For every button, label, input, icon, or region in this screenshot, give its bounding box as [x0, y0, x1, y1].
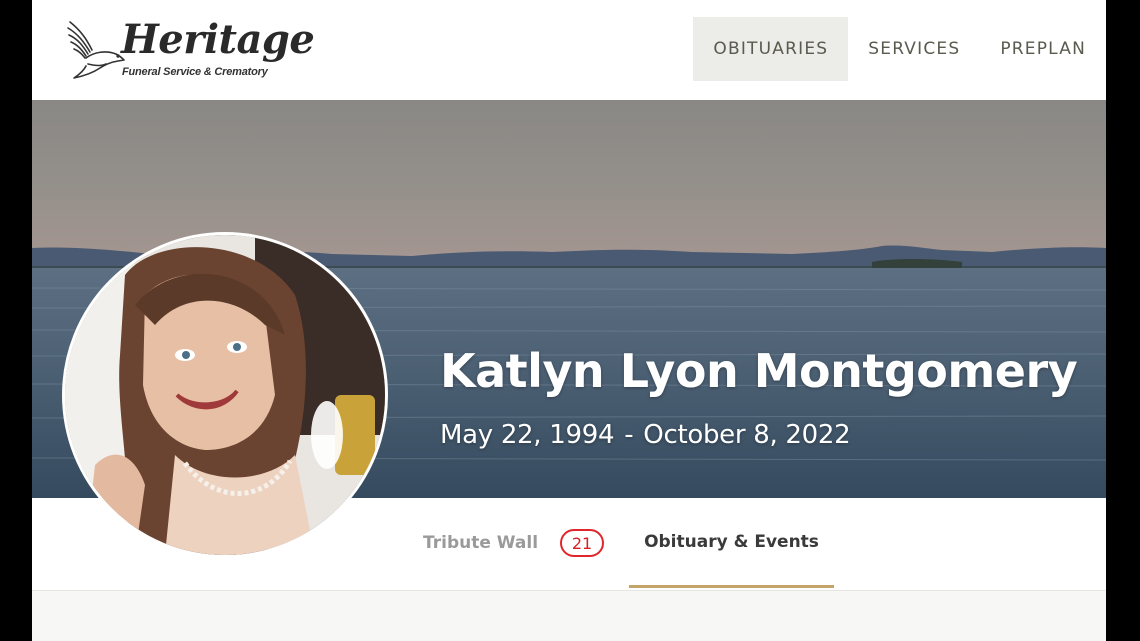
- dove-icon: [67, 21, 125, 79]
- tab-obituary-events[interactable]: Obituary & Events: [629, 498, 834, 588]
- nav-obituaries[interactable]: OBITUARIES: [693, 17, 849, 81]
- birth-date: May 22, 1994: [440, 420, 615, 450]
- main-nav: OBITUARIES SERVICES PREPLAN: [693, 17, 1106, 81]
- nav-services[interactable]: SERVICES: [848, 17, 980, 81]
- portrait-image: [65, 235, 385, 555]
- tribute-wall-label: Tribute Wall: [423, 533, 539, 553]
- obituary-events-label: Obituary & Events: [644, 531, 819, 552]
- tribute-count-badge: 21: [560, 529, 605, 557]
- date-separator: -: [624, 420, 634, 450]
- page: Heritage Funeral Service & Crematory OBI…: [32, 0, 1106, 641]
- nav-preplan[interactable]: PREPLAN: [980, 17, 1106, 81]
- life-dates: May 22, 1994- October 8, 2022: [440, 420, 851, 450]
- deceased-portrait: [62, 232, 388, 558]
- site-header: Heritage Funeral Service & Crematory OBI…: [32, 0, 1106, 100]
- tab-tribute-wall[interactable]: Tribute Wall 21: [423, 498, 605, 588]
- brand-tagline: Funeral Service & Crematory: [122, 66, 268, 78]
- brand-name: Heritage: [121, 16, 315, 63]
- content-area: [32, 590, 1106, 641]
- death-date: October 8, 2022: [643, 420, 851, 450]
- deceased-name: Katlyn Lyon Montgomery: [440, 344, 1078, 398]
- heritage-logo[interactable]: Heritage Funeral Service & Crematory: [66, 16, 315, 86]
